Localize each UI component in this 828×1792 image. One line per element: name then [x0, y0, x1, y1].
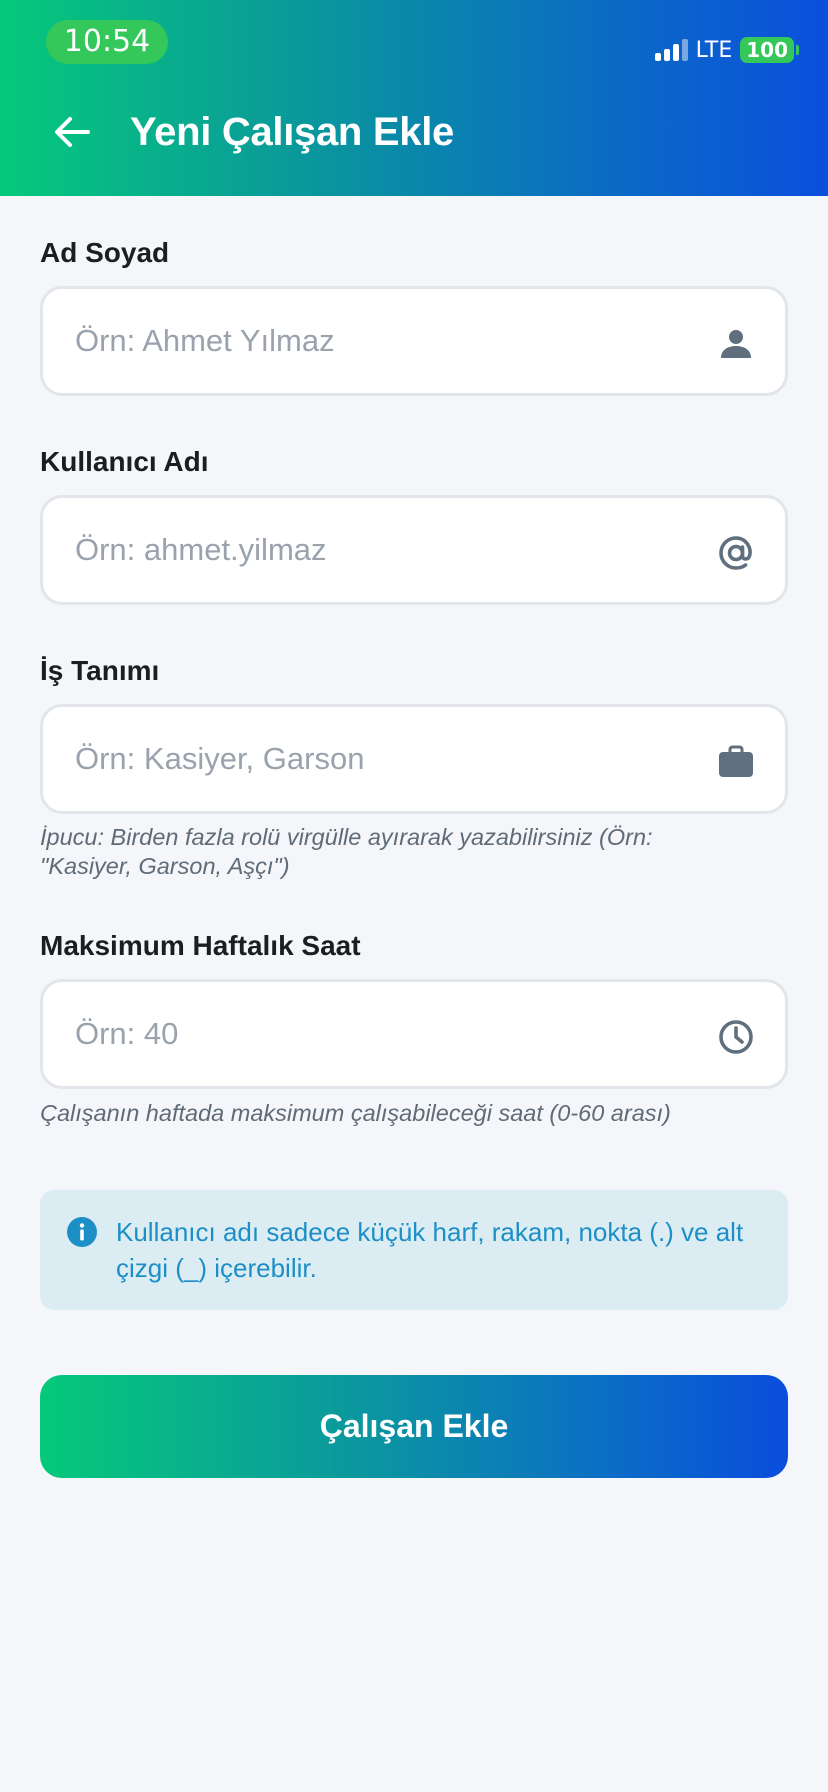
add-employee-button[interactable]: Çalışan Ekle [40, 1375, 788, 1478]
signal-icon [654, 39, 688, 61]
username-input[interactable] [75, 498, 675, 602]
status-time: 10:54 [46, 20, 168, 64]
person-icon [721, 330, 751, 358]
back-button[interactable] [52, 112, 92, 152]
max-hours-input[interactable] [75, 982, 675, 1086]
info-icon [67, 1217, 97, 1247]
info-box: Kullanıcı adı sadece küçük harf, rakam, … [40, 1190, 788, 1310]
max-hours-hint: Çalışanın haftada maksimum çalışabileceğ… [40, 1100, 671, 1126]
job-title-label: İş Tanımı [40, 655, 160, 686]
header: 10:54 LTE 100 Yeni Çalışan Ekle [0, 0, 828, 196]
username-label: Kullanıcı Adı [40, 446, 209, 477]
max-hours-field[interactable] [40, 979, 788, 1089]
full-name-label: Ad Soyad [40, 237, 170, 268]
status-indicators: LTE 100 [654, 36, 799, 64]
username-field[interactable] [40, 495, 788, 605]
page-title: Yeni Çalışan Ekle [130, 110, 454, 154]
job-title-hint: İpucu: Birden fazla rolü virgülle ayırar… [40, 824, 653, 879]
briefcase-icon [719, 745, 753, 777]
add-employee-screen: 10:54 LTE 100 Yeni Çalışan Ekle Ad Soyad [0, 0, 828, 1792]
info-text: Kullanıcı adı sadece küçük harf, rakam, … [116, 1217, 744, 1283]
clock-icon [719, 1020, 753, 1054]
network-type: LTE [695, 37, 733, 63]
job-title-field[interactable] [40, 704, 788, 814]
job-title-input[interactable] [75, 707, 675, 811]
full-name-input[interactable] [75, 289, 675, 393]
arrow-left-icon [55, 117, 90, 147]
full-name-field[interactable] [40, 286, 788, 396]
battery-indicator: 100 [740, 37, 799, 63]
at-icon [719, 536, 752, 570]
max-hours-label: Maksimum Haftalık Saat [40, 930, 361, 961]
